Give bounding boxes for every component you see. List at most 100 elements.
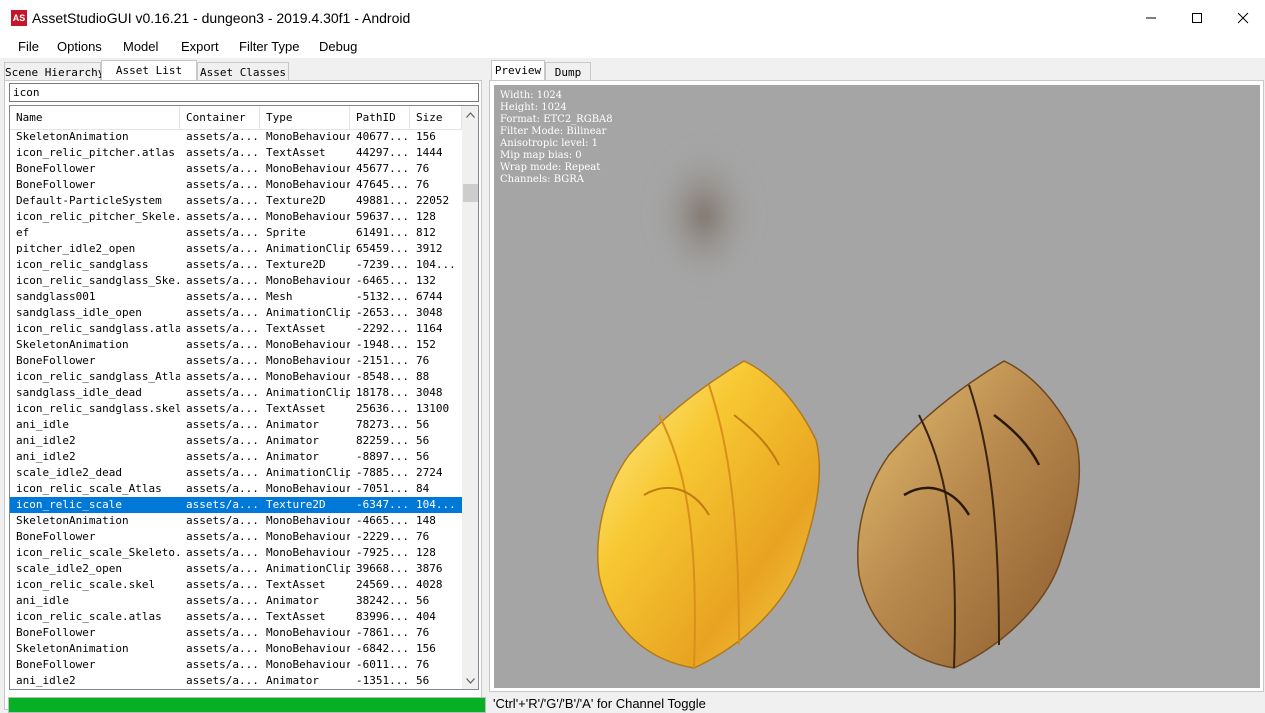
- menu-options[interactable]: Options: [57, 39, 102, 54]
- tab-scene-hierarchy[interactable]: Scene Hierarchy: [4, 62, 104, 81]
- menu-debug[interactable]: Debug: [319, 39, 357, 54]
- table-row[interactable]: BoneFollower assets/a... MonoBehaviour 4567…: [10, 161, 462, 177]
- table-row[interactable]: icon_relic_scale assets/a... Texture2D -634…: [10, 497, 462, 513]
- cell-container: assets/a...: [186, 354, 259, 367]
- table-row[interactable]: icon_relic_sandglass_Atlas assets/a... Mon…: [10, 369, 462, 385]
- close-button[interactable]: [1220, 0, 1265, 36]
- cell-name: scale_idle2_open: [16, 562, 122, 575]
- tab-asset-list[interactable]: Asset List: [101, 60, 197, 81]
- column-header-type[interactable]: Type: [260, 106, 350, 129]
- table-row[interactable]: sandglass_idle_open assets/a... AnimationC…: [10, 305, 462, 321]
- table-row[interactable]: BoneFollower assets/a... MonoBehaviour -222…: [10, 529, 462, 545]
- table-row[interactable]: icon_relic_sandglass_Ske... assets/a... Mo…: [10, 273, 462, 289]
- cell-type: TextAsset: [266, 146, 326, 159]
- cell-type: AnimationClip: [266, 466, 350, 479]
- cell-pathid: 82259...: [356, 434, 409, 447]
- table-row[interactable]: icon_relic_pitcher.atlas assets/a... TextA…: [10, 145, 462, 161]
- menu-bar: File Options Model Export Filter Type De…: [0, 36, 1265, 58]
- cell-pathid: 65459...: [356, 242, 409, 255]
- table-row[interactable]: icon_relic_scale_Atlas assets/a... MonoBeh…: [10, 481, 462, 497]
- cell-size: 2724: [416, 466, 443, 479]
- table-row[interactable]: sandglass_idle_dead assets/a... AnimationC…: [10, 385, 462, 401]
- close-icon: [1237, 12, 1249, 24]
- table-row[interactable]: sandglass001 assets/a... Mesh -5132... 6744: [10, 289, 462, 305]
- scroll-thumb[interactable]: [463, 184, 478, 202]
- table-row[interactable]: icon_relic_sandglass assets/a... Texture2D…: [10, 257, 462, 273]
- cell-size: 404: [416, 610, 436, 623]
- asset-list: Name Container Type PathID Size Skeleton…: [9, 105, 479, 690]
- minimize-button[interactable]: [1128, 0, 1174, 36]
- table-row[interactable]: ef assets/a... Sprite 61491... 812: [10, 225, 462, 241]
- table-row[interactable]: SkeletonAnimation assets/a... MonoBehaviou…: [10, 641, 462, 657]
- menu-model[interactable]: Model: [123, 39, 158, 54]
- menu-filter-type[interactable]: Filter Type: [239, 39, 299, 54]
- table-row[interactable]: scale_idle2_dead assets/a... AnimationClip…: [10, 465, 462, 481]
- cell-size: 56: [416, 434, 430, 447]
- cell-size: 128: [416, 210, 436, 223]
- cell-pathid: -6347...: [356, 498, 409, 511]
- tab-dump[interactable]: Dump: [545, 62, 591, 81]
- column-header-name[interactable]: Name: [10, 106, 180, 129]
- table-row[interactable]: BoneFollower assets/a... MonoBehaviour -601…: [10, 657, 462, 673]
- table-row[interactable]: ani_idle2 assets/a... Animator -1351... 56: [10, 673, 462, 689]
- table-row[interactable]: SkeletonAnimation assets/a... MonoBehaviou…: [10, 337, 462, 353]
- table-row[interactable]: BoneFollower assets/a... MonoBehaviour 4764…: [10, 177, 462, 193]
- table-row[interactable]: icon_relic_sandglass.atlas assets/a... Tex…: [10, 321, 462, 337]
- cell-container: assets/a...: [186, 194, 259, 207]
- table-row[interactable]: ani_idle2 assets/a... Animator -8897... 56: [10, 449, 462, 465]
- cell-pathid: 49881...: [356, 194, 409, 207]
- cell-type: MonoBehaviour: [266, 130, 350, 143]
- tab-preview[interactable]: Preview: [491, 60, 545, 81]
- table-row[interactable]: icon_relic_sandglass.skel assets/a... Text…: [10, 401, 462, 417]
- column-header-size[interactable]: Size: [410, 106, 462, 129]
- scroll-up-button[interactable]: [462, 106, 478, 123]
- table-row[interactable]: scale_idle2_open assets/a... AnimationClip…: [10, 561, 462, 577]
- table-row[interactable]: SkeletonAnimation assets/a... MonoBehaviou…: [10, 513, 462, 529]
- menu-file[interactable]: File: [18, 39, 39, 54]
- table-row[interactable]: icon_relic_scale_Skeleto... assets/a... Mo…: [10, 545, 462, 561]
- texture-info: Width: 1024 Height: 1024 Format: ETC2_RG…: [500, 90, 613, 186]
- texture-shadow: [649, 140, 759, 290]
- scroll-down-button[interactable]: [462, 672, 478, 689]
- cell-size: 76: [416, 658, 430, 671]
- table-row[interactable]: BoneFollower assets/a... MonoBehaviour -786…: [10, 625, 462, 641]
- column-header-container[interactable]: Container: [180, 106, 260, 129]
- table-row[interactable]: BoneFollower assets/a... MonoBehaviour -215…: [10, 353, 462, 369]
- cell-type: MonoBehaviour: [266, 354, 350, 367]
- table-row[interactable]: ani_idle2 assets/a... Animator 82259... 56: [10, 433, 462, 449]
- table-row[interactable]: ani_idle assets/a... Animator 38242... 56: [10, 593, 462, 609]
- cell-name: ani_idle2: [16, 674, 76, 687]
- column-header-pathid[interactable]: PathID: [350, 106, 410, 129]
- info-wrap-mode: Wrap mode: Repeat: [500, 162, 601, 173]
- cell-pathid: -7925...: [356, 546, 409, 559]
- table-row[interactable]: SkeletonAnimation assets/a... MonoBehaviou…: [10, 129, 462, 145]
- cell-name: icon_relic_scale_Atlas: [16, 482, 162, 495]
- cell-size: 76: [416, 162, 430, 175]
- cell-pathid: -7885...: [356, 466, 409, 479]
- cell-name: icon_relic_sandglass: [16, 258, 149, 271]
- table-row[interactable]: icon_relic_pitcher_Skele... assets/a... Mo…: [10, 209, 462, 225]
- maximize-button[interactable]: [1174, 0, 1220, 36]
- cell-container: assets/a...: [186, 530, 259, 543]
- info-channels: Channels: BGRA: [500, 174, 585, 185]
- table-row[interactable]: icon_relic_scale.skel assets/a... TextAsse…: [10, 577, 462, 593]
- vertical-scrollbar[interactable]: [462, 106, 478, 689]
- filter-input[interactable]: [9, 83, 479, 102]
- table-row[interactable]: pitcher_idle2_open assets/a... AnimationCl…: [10, 241, 462, 257]
- cell-type: MonoBehaviour: [266, 274, 350, 287]
- relic-scale-bright: [597, 360, 821, 669]
- cell-size: 22052: [416, 194, 450, 207]
- table-row[interactable]: ani_idle assets/a... Animator 78273... 56: [10, 417, 462, 433]
- cell-container: assets/a...: [186, 434, 259, 447]
- table-row[interactable]: Default-ParticleSystem assets/a... Texture…: [10, 193, 462, 209]
- status-bar: 'Ctrl'+'R'/'G'/'B'/'A' for Channel Toggl…: [493, 696, 706, 711]
- pane-splitter[interactable]: [486, 58, 488, 713]
- cell-name: icon_relic_sandglass_Atlas: [16, 370, 180, 383]
- table-row[interactable]: icon_relic_scale.atlas assets/a... TextAss…: [10, 609, 462, 625]
- cell-type: MonoBehaviour: [266, 658, 350, 671]
- cell-type: TextAsset: [266, 578, 326, 591]
- tab-asset-classes[interactable]: Asset Classes: [197, 62, 289, 81]
- menu-export[interactable]: Export: [181, 39, 219, 54]
- cell-container: assets/a...: [186, 162, 259, 175]
- cell-container: assets/a...: [186, 642, 259, 655]
